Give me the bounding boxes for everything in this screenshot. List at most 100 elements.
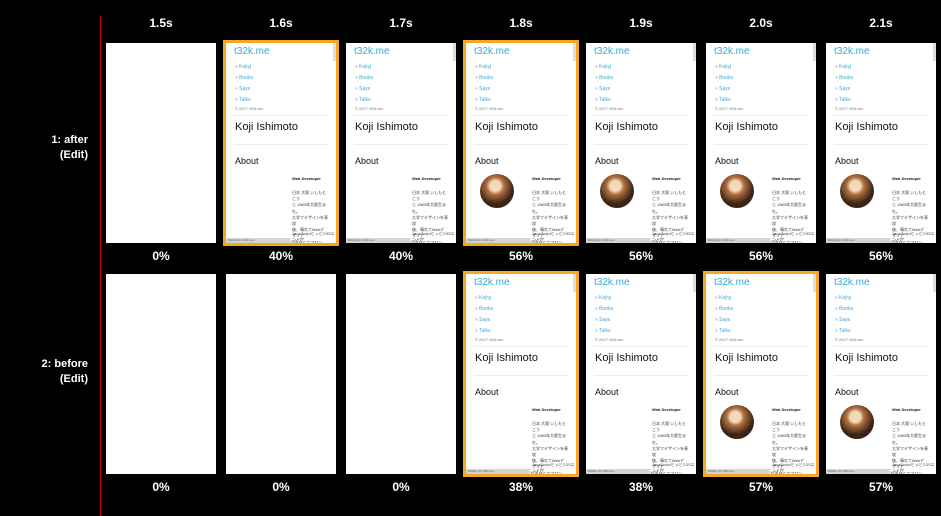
blank-frame[interactable] <box>106 43 216 243</box>
visual-complete-percent: 38% <box>508 480 534 494</box>
about-heading: About <box>835 156 859 166</box>
visual-complete-percent: 56% <box>868 249 894 263</box>
visual-complete-percent: 40% <box>268 249 294 263</box>
about-heading: About <box>835 387 859 397</box>
status-bar: Waiting for t32k.me... <box>826 238 890 243</box>
page-thumbnail[interactable]: t32k.me» Kojiyj» Books» Says» Talks © 201… <box>463 40 579 246</box>
separator <box>474 346 568 347</box>
nav-link: » Says <box>475 86 491 92</box>
blank-frame[interactable] <box>346 274 456 474</box>
page-render: t32k.me» Kojiyj» Books» Says» Talks © 201… <box>706 43 816 243</box>
page-thumbnail[interactable]: t32k.me» Kojiyj» Books» Says» Talks © 201… <box>703 271 819 477</box>
page-render: t32k.me» Kojiyj» Books» Says» Talks © 201… <box>346 43 456 243</box>
role-text: Web Developer <box>652 407 681 412</box>
site-nav: » Kojiyj» Books» Says» Talks <box>715 63 733 107</box>
separator <box>714 115 808 116</box>
separator <box>714 375 808 376</box>
site-heading: Koji Ishimoto <box>715 121 778 133</box>
visual-complete-percent: 40% <box>388 249 414 263</box>
status-tail: JavaScriptとっとCSSエンド世 <box>292 231 335 242</box>
role-text: Web Developer <box>292 176 321 181</box>
role-text: Web Developer <box>892 176 921 181</box>
timeline-label: 2.1s <box>869 16 893 30</box>
bio-line: じ 1983年大阪生まれ。 <box>772 433 807 445</box>
page-thumbnail[interactable]: t32k.me» Kojiyj» Books» Says» Talks © 201… <box>463 271 579 477</box>
visual-complete-percent: 0% <box>392 480 410 494</box>
blank-frame[interactable] <box>226 274 336 474</box>
nav-link: » Books <box>715 306 734 312</box>
page-thumbnail[interactable]: t32k.me» Kojiyj» Books» Says» Talks © 201… <box>586 274 696 474</box>
visual-complete-percent: 56% <box>748 249 774 263</box>
status-bar: Waiting for t32k.me... <box>346 238 410 243</box>
page-thumbnail[interactable]: t32k.me» Kojiyj» Books» Says» Talks © 201… <box>586 43 696 243</box>
page-render: t32k.me» Kojiyj» Books» Says» Talks © 201… <box>466 274 576 474</box>
timeline-label: 2.0s <box>749 16 773 30</box>
nav-link: » Kojiyj <box>715 295 732 301</box>
site-logo: t32k.me <box>474 277 510 288</box>
copyright-text: © 2017 t32k.me <box>475 337 504 342</box>
test-row-name: 1: after <box>51 134 88 146</box>
separator <box>234 115 328 116</box>
test-row-label: 2: before (Edit) <box>0 357 88 387</box>
about-heading: About <box>235 156 259 166</box>
bio-line: 大学でデザインを専攻 <box>652 214 688 227</box>
test-row-name: 2: before <box>41 358 88 370</box>
separator <box>834 375 928 376</box>
status-bar: Waiting for t32k.me... <box>466 469 530 474</box>
nav-link: » Books <box>595 75 614 81</box>
site-nav: » Kojiyj» Books» Says» Talks <box>835 63 853 107</box>
site-nav: » Kojiyj» Books» Says» Talks <box>475 63 493 107</box>
separator <box>594 144 688 145</box>
status-tail: JavaScriptとっとCSSエンド世 <box>652 462 695 473</box>
nav-link: » Kojiyj <box>235 64 252 70</box>
page-thumbnail[interactable]: t32k.me» Kojiyj» Books» Says» Talks © 201… <box>223 40 339 246</box>
blank-frame[interactable] <box>106 274 216 474</box>
about-heading: About <box>475 156 499 166</box>
visual-complete-percent: 38% <box>628 480 654 494</box>
nav-link: » Kojiyj <box>355 64 372 70</box>
status-tail: JavaScriptとっとCSSエンド世 <box>892 231 935 242</box>
bio-line: じ 1983年大阪生まれ。 <box>532 433 567 445</box>
page-thumbnail[interactable]: t32k.me» Kojiyj» Books» Says» Talks © 201… <box>826 43 936 243</box>
site-heading: Koji Ishimoto <box>235 121 298 133</box>
status-tail: JavaScriptとっとCSSエンド世 <box>772 462 815 473</box>
page-render: t32k.me» Kojiyj» Books» Says» Talks © 201… <box>586 43 696 243</box>
separator <box>714 346 808 347</box>
bio-line: 大学でデザインを専攻 <box>532 214 568 227</box>
bio-line: 日本 大阪 いしもとこう <box>892 421 927 433</box>
role-text: Web Developer <box>892 407 921 412</box>
separator <box>834 144 928 145</box>
bio-line: じ 1983年大阪生まれ。 <box>652 433 687 445</box>
status-bar: Waiting for t32k.me... <box>466 238 530 243</box>
site-logo: t32k.me <box>594 277 630 288</box>
role-text: Web Developer <box>772 407 801 412</box>
separator <box>594 375 688 376</box>
test-row-label: 1: after (Edit) <box>0 133 88 163</box>
timeline-label: 1.9s <box>629 16 653 30</box>
page-render: t32k.me» Kojiyj» Books» Says» Talks © 201… <box>466 43 576 243</box>
nav-link: » Says <box>595 86 611 92</box>
site-nav: » Kojiyj» Books» Says» Talks <box>835 294 853 338</box>
nav-link: » Books <box>835 306 854 312</box>
bio-line: 大学でデザインを専攻 <box>412 214 448 227</box>
separator <box>714 144 808 145</box>
status-tail: JavaScriptとっとCSSエンド世 <box>532 231 575 242</box>
page-thumbnail[interactable]: t32k.me» Kojiyj» Books» Says» Talks © 201… <box>826 274 936 474</box>
edit-link[interactable]: (Edit) <box>60 149 88 161</box>
page-thumbnail[interactable]: t32k.me» Kojiyj» Books» Says» Talks © 201… <box>706 43 816 243</box>
site-nav: » Kojiyj» Books» Says» Talks <box>595 294 613 338</box>
site-logo: t32k.me <box>714 46 750 57</box>
page-thumbnail[interactable]: t32k.me» Kojiyj» Books» Says» Talks © 201… <box>346 43 456 243</box>
status-bar: Waiting for t32k.me... <box>706 238 770 243</box>
site-logo: t32k.me <box>714 277 750 288</box>
filmstrip-divider <box>100 16 101 516</box>
scrollbar-thumb <box>573 274 576 292</box>
site-nav: » Kojiyj» Books» Says» Talks <box>235 63 253 107</box>
edit-link[interactable]: (Edit) <box>60 373 88 385</box>
bio-line: 日本 大阪 いしもとこう <box>532 421 567 433</box>
about-heading: About <box>715 156 739 166</box>
bio-line: 日本 大阪 いしもとこう <box>532 190 567 202</box>
bio-line: 大学でデザインを専攻 <box>892 214 928 227</box>
site-heading: Koji Ishimoto <box>835 121 898 133</box>
bio-line: 日本 大阪 いしもとこう <box>652 421 687 433</box>
